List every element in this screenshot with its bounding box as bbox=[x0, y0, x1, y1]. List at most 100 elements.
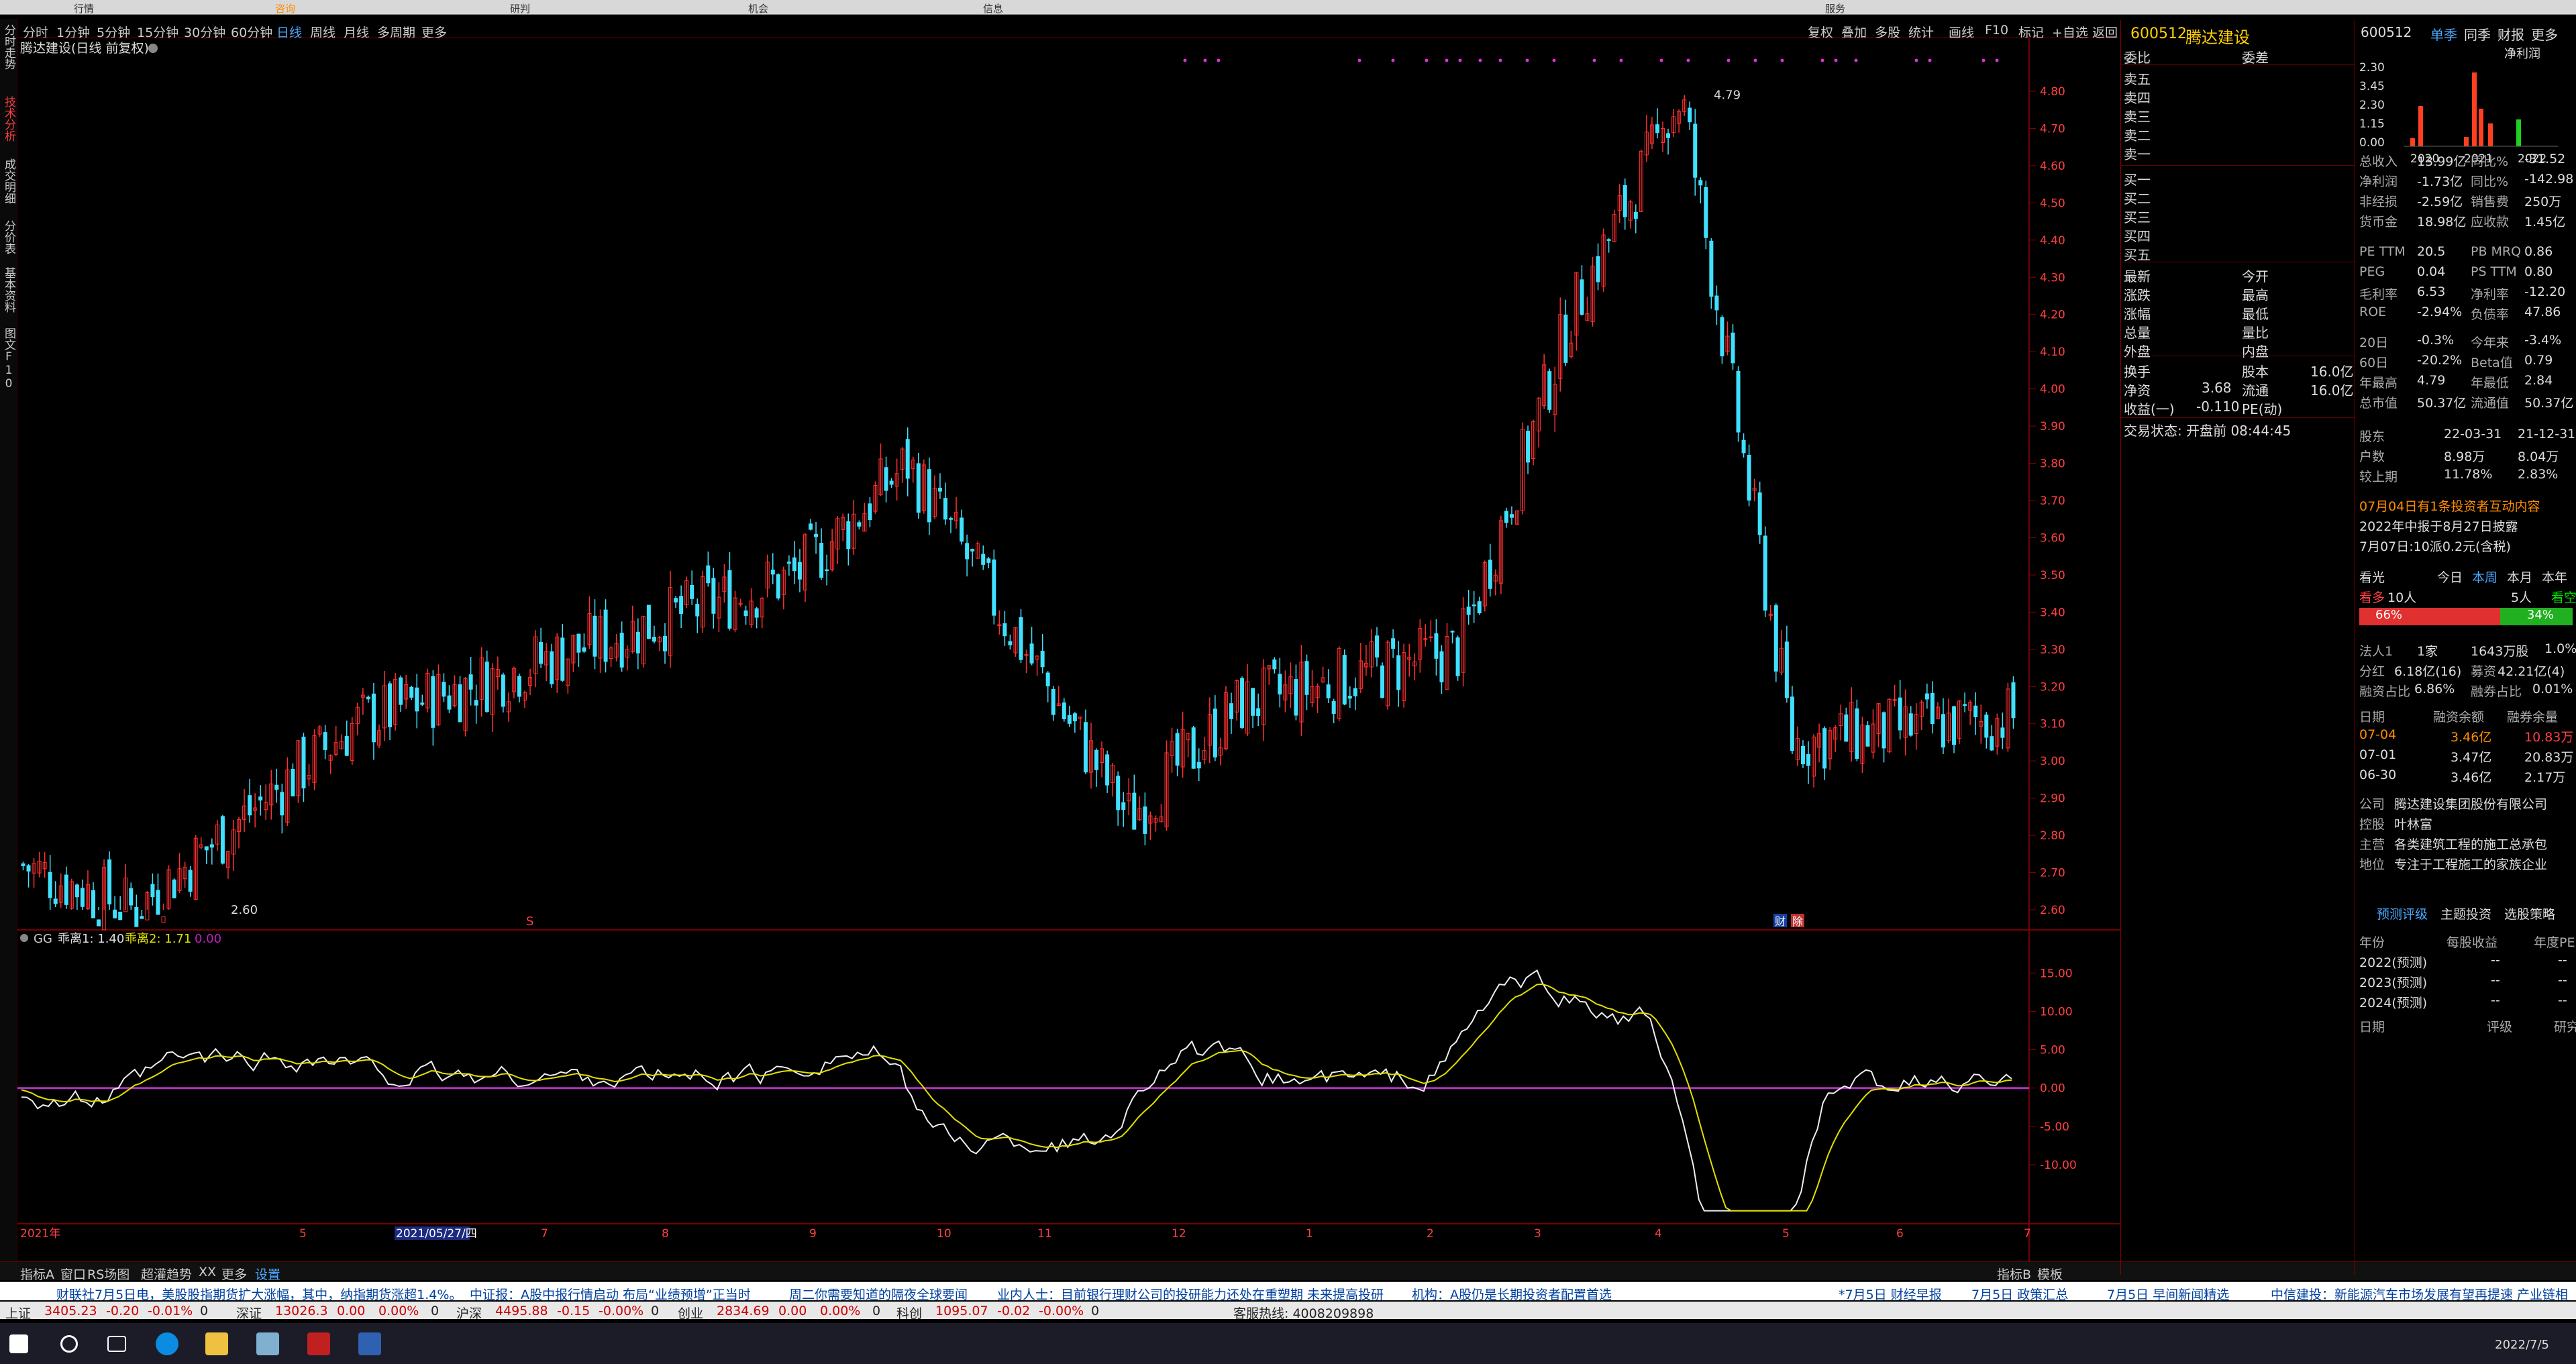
tab-trend[interactable]: 超灌趋势 bbox=[141, 1265, 192, 1283]
f10-tab-single[interactable]: 单季 bbox=[2430, 24, 2457, 44]
menu-service[interactable]: 服务 bbox=[1825, 1, 1845, 15]
tab-window[interactable]: 窗口 bbox=[60, 1265, 86, 1283]
news-ticker[interactable]: 财联社7月5日电，美股股指期货扩大涨幅，其中，纳指期货涨超1.4%。 中证报：A股… bbox=[0, 1281, 2576, 1320]
candle-body bbox=[1067, 715, 1072, 724]
python-icon[interactable] bbox=[358, 1332, 381, 1355]
tab-trades[interactable]: 成交明细 bbox=[1, 158, 16, 204]
tab-basic-info[interactable]: 基本资料 bbox=[1, 267, 16, 313]
task-view-icon[interactable] bbox=[107, 1336, 126, 1352]
start-icon[interactable] bbox=[9, 1334, 28, 1353]
holder-label: 法人1 bbox=[2359, 644, 2393, 659]
ticker-item[interactable]: 业内人士：目前银行理财公司的投研能力还处在重塑期 未来提高投研 bbox=[997, 1285, 1384, 1303]
tab-indicator-b[interactable]: 指标B bbox=[1997, 1265, 2031, 1283]
price-tick: 4.80 bbox=[2040, 85, 2065, 99]
candle-body bbox=[258, 796, 263, 801]
candle-body bbox=[274, 784, 279, 790]
profit-axis-tick: 0.00 bbox=[2359, 136, 2385, 150]
app-icon[interactable] bbox=[256, 1332, 279, 1355]
candle-body bbox=[868, 503, 872, 521]
f10-label: 毛利率 bbox=[2359, 287, 2398, 302]
candle-body bbox=[619, 633, 624, 668]
index-field: 0 bbox=[872, 1304, 881, 1318]
f10-label: 今年来 bbox=[2471, 335, 2510, 350]
share-label: 股本 bbox=[2242, 364, 2269, 380]
f10-value: 8.98万 bbox=[2444, 450, 2485, 464]
candle-body bbox=[846, 521, 851, 549]
candle-body bbox=[603, 609, 608, 662]
candle-body bbox=[97, 919, 101, 927]
f10-label: 户数 bbox=[2359, 450, 2385, 464]
candle-body bbox=[1304, 661, 1309, 695]
candle-body bbox=[140, 916, 144, 919]
settings-icon[interactable] bbox=[148, 44, 158, 53]
sell-level-label: 卖五 bbox=[2124, 71, 2151, 87]
f10-label: 净利率 bbox=[2471, 287, 2510, 302]
stock-app-icon[interactable] bbox=[307, 1332, 330, 1355]
candle-body bbox=[1898, 697, 1902, 731]
menu-opportunity[interactable]: 机会 bbox=[748, 1, 768, 15]
toolbar-f10[interactable]: F10 bbox=[1985, 23, 2008, 38]
candle-body bbox=[64, 874, 68, 905]
sentiment-bar: 66% 34% bbox=[2359, 608, 2573, 625]
menu-quotes[interactable]: 行情 bbox=[74, 1, 94, 15]
price-tick: 4.00 bbox=[2040, 383, 2065, 397]
index-field: 0.00 bbox=[778, 1304, 807, 1318]
forecast-year: 2024(预测) bbox=[2359, 996, 2428, 1010]
tab-price-table[interactable]: 分价表 bbox=[1, 220, 16, 254]
tab-technical[interactable]: 技术分析 bbox=[1, 96, 16, 142]
menu-news[interactable]: 信息 bbox=[983, 1, 1003, 15]
tab-rs[interactable]: RS场图 bbox=[87, 1265, 130, 1283]
candle-body bbox=[1800, 745, 1805, 765]
menu-info[interactable]: 咨询 bbox=[275, 1, 295, 15]
candle-body bbox=[916, 463, 921, 513]
candle-body bbox=[399, 677, 403, 705]
x-tick: 7 bbox=[541, 1227, 548, 1241]
x-tick: 2 bbox=[1427, 1227, 1434, 1241]
candle-body bbox=[1455, 637, 1460, 676]
ticker-item[interactable]: 财联社7月5日电，美股股指期货扩大涨幅，其中，纳指期货涨超1.4%。 bbox=[56, 1285, 462, 1303]
ticker-item[interactable]: *7月5日 财经早报 bbox=[1839, 1285, 1942, 1303]
edge-icon[interactable] bbox=[156, 1332, 178, 1355]
tab-intraday[interactable]: 分时走势 bbox=[1, 24, 16, 70]
f10-tab-same[interactable]: 同季 bbox=[2464, 24, 2491, 44]
candle-body bbox=[809, 523, 813, 530]
event-dot bbox=[1391, 58, 1395, 62]
search-icon[interactable] bbox=[60, 1335, 78, 1353]
tab-f10[interactable]: 图文F10 bbox=[1, 327, 16, 390]
candle-body bbox=[1784, 641, 1789, 698]
indicator-tick: 15.00 bbox=[2040, 967, 2073, 980]
kline-chart[interactable]: 腾达建设(日线 前复权) 4.80 4.70 4.60 4.50 4.40 4.30 4.2… bbox=[17, 38, 2120, 1261]
f10-tab-more[interactable]: 更多 bbox=[2531, 24, 2558, 44]
candle-body bbox=[1008, 641, 1013, 645]
f10-label: PS TTM bbox=[2471, 264, 2517, 279]
menu-research[interactable]: 研判 bbox=[510, 1, 530, 15]
bear-pct: 34% bbox=[2500, 608, 2573, 625]
f10-value: 0.04 bbox=[2417, 264, 2446, 279]
clock: 2022/7/5 bbox=[2495, 1338, 2549, 1352]
tab-template[interactable]: 模板 bbox=[2037, 1265, 2063, 1283]
left-tabs: 分时走势 技术分析 成交明细 分价表 基本资料 图文F10 bbox=[0, 19, 17, 1273]
tab-more[interactable]: 更多 bbox=[221, 1265, 247, 1283]
index-field: 上证 bbox=[5, 1306, 32, 1321]
candle-body bbox=[1472, 604, 1476, 607]
ticker-item[interactable]: 周二你需要知道的隔夜全球要闻 bbox=[789, 1285, 968, 1303]
tab-xx[interactable]: XX bbox=[199, 1265, 216, 1279]
x-tick: 5 bbox=[299, 1227, 307, 1241]
tab-settings[interactable]: 设置 bbox=[255, 1265, 280, 1283]
indicator-settings-icon[interactable] bbox=[20, 934, 28, 942]
ticker-item[interactable]: 中证报：A股中报行情启动 布局“业绩预增”正当时 bbox=[470, 1285, 751, 1303]
f10-tab-report[interactable]: 财报 bbox=[2497, 24, 2524, 44]
profit-bar bbox=[2418, 106, 2423, 146]
indicator-tick: -10.00 bbox=[2040, 1159, 2077, 1172]
net-asset-label: 净资 bbox=[2124, 382, 2151, 399]
ticker-item[interactable]: 7月5日 政策汇总 bbox=[1971, 1285, 2068, 1303]
candle-body bbox=[172, 879, 176, 898]
price-tick: 3.90 bbox=[2040, 420, 2065, 433]
tab-indicator-a[interactable]: 指标A bbox=[20, 1265, 54, 1283]
ticker-item[interactable]: 机构：A股仍是长期投资者配置首选 bbox=[1412, 1285, 1612, 1303]
explorer-icon[interactable] bbox=[205, 1332, 228, 1355]
turnover-label: 换手 bbox=[2124, 364, 2151, 380]
f10-value: 50.37亿 bbox=[2524, 396, 2574, 411]
candle-body bbox=[1466, 607, 1471, 615]
ticker-item[interactable]: 7月5日 早间新闻精选 bbox=[2107, 1285, 2229, 1303]
